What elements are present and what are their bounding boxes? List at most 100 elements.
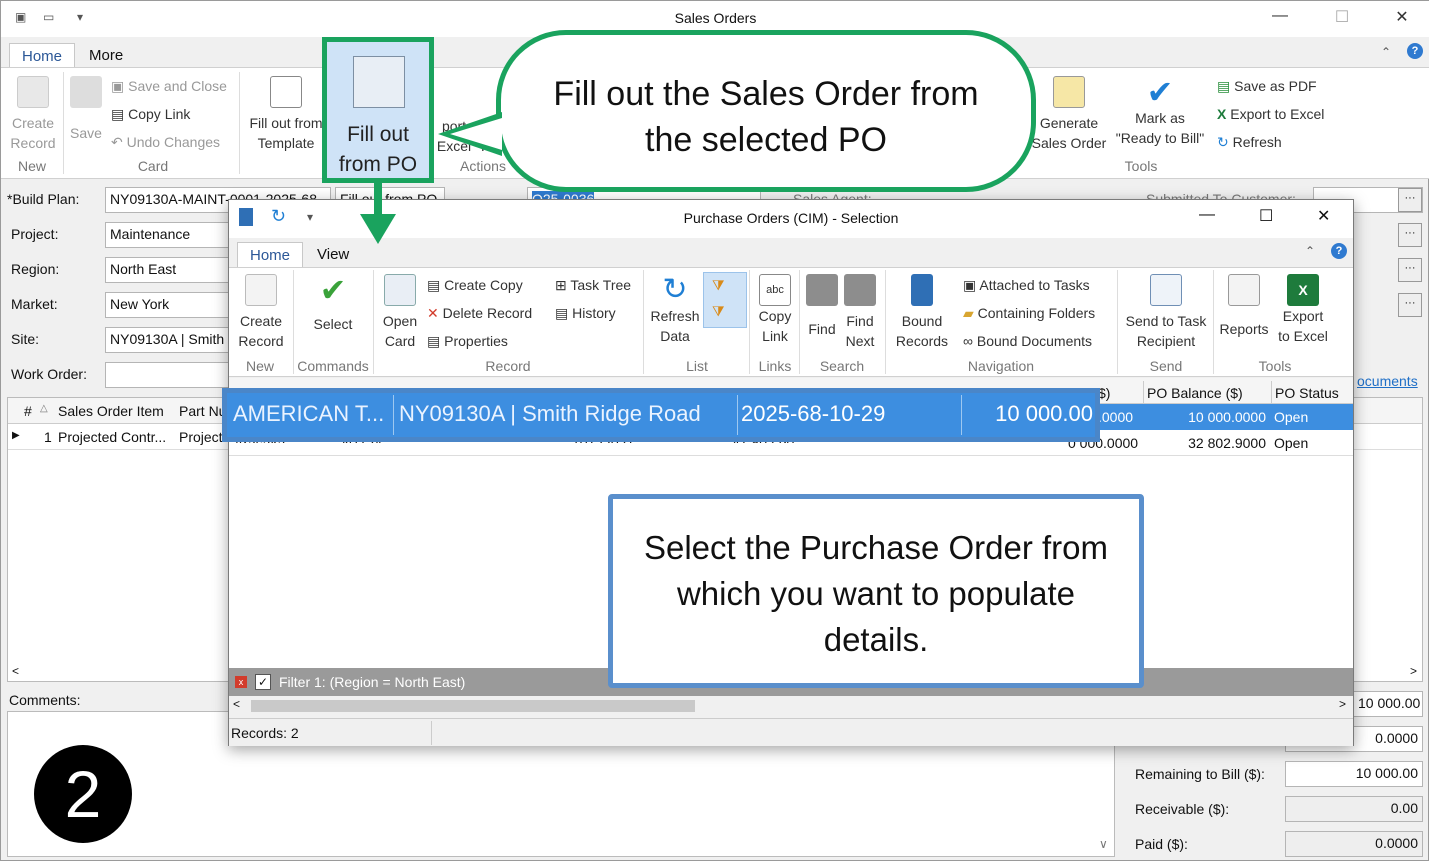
row-pointer-icon: ▶: [12, 430, 20, 441]
help-icon[interactable]: ?: [1407, 43, 1423, 59]
documents-link[interactable]: ocuments: [1357, 373, 1418, 389]
collapse-ribbon-icon[interactable]: ⌃: [1381, 45, 1391, 59]
undo-changes-button[interactable]: ↶ Undo Changes: [111, 128, 220, 156]
scroll-left-icon[interactable]: <: [12, 664, 19, 678]
create-record-button[interactable]: Create Record: [7, 76, 59, 153]
minimize-button[interactable]: —: [1257, 7, 1303, 31]
maximize-button[interactable]: ☐: [1319, 7, 1365, 31]
market-field[interactable]: New York: [105, 292, 235, 318]
refresh-data-button[interactable]: ↻ Refresh Data: [647, 274, 703, 346]
save-button[interactable]: Save: [67, 76, 105, 143]
properties-button[interactable]: ▤ Properties: [427, 327, 508, 355]
callout-pointer-inner: [450, 118, 502, 150]
selected-row-highlight[interactable]: AMERICAN T... NY09130A | Smith Ridge Roa…: [222, 388, 1100, 442]
receivable-field[interactable]: 0.00: [1285, 796, 1423, 822]
fill-out-from-po-button[interactable]: Fill out from PO: [322, 37, 434, 183]
task-tree-button[interactable]: ⊞ Task Tree: [555, 271, 631, 299]
create-record-button[interactable]: Create Record: [233, 274, 289, 351]
save-and-close-button[interactable]: ▣ Save and Close: [111, 72, 227, 100]
tab-more[interactable]: More: [77, 43, 135, 68]
create-record-icon: [245, 274, 277, 306]
region-field[interactable]: North East: [105, 257, 235, 283]
ellipsis-button[interactable]: ···: [1398, 293, 1422, 317]
find-next-button[interactable]: Find Next: [841, 274, 879, 351]
containing-folders-button[interactable]: ▰ Containing Folders: [963, 299, 1095, 327]
collapse-ribbon-icon[interactable]: ⌃: [1305, 244, 1315, 258]
region-label: Region:: [11, 261, 60, 277]
filter-icon[interactable]: ⧩: [712, 277, 725, 294]
folder-icon: ▰: [963, 305, 978, 321]
filter-checkbox[interactable]: ✓: [255, 674, 271, 690]
pdf-icon: ▤: [1217, 78, 1235, 94]
refresh-button[interactable]: ↻ Refresh: [1217, 128, 1282, 156]
site-label: Site:: [11, 331, 40, 347]
filter-settings-icon[interactable]: ⧩: [712, 303, 725, 320]
group-tools-label: Tools: [1124, 158, 1158, 174]
ellipsis-button[interactable]: ···: [1398, 188, 1422, 212]
divider: [749, 270, 750, 374]
history-button[interactable]: ▤ History: [555, 299, 616, 327]
link-icon: ▤: [111, 106, 129, 122]
group-links-label: Links: [758, 358, 792, 374]
generate-sales-order-button[interactable]: Generate Sales Order: [1027, 76, 1111, 153]
tasks-icon: ▣: [963, 277, 980, 293]
create-copy-button[interactable]: ▤ Create Copy: [427, 271, 523, 299]
attached-to-tasks-button[interactable]: ▣ Attached to Tasks: [963, 271, 1090, 299]
send-to-task-recipient-button[interactable]: Send to Task Recipient: [1121, 274, 1211, 351]
paid-field[interactable]: 0.0000: [1285, 831, 1423, 857]
copy-link-button[interactable]: ▤ Copy Link: [111, 100, 190, 128]
tab-home[interactable]: Home: [9, 43, 76, 68]
horizontal-scrollbar[interactable]: < >: [229, 696, 1353, 716]
site-field[interactable]: NY09130A | Smith: [105, 327, 235, 353]
col-sales-order-item[interactable]: Sales Order Item: [58, 403, 164, 419]
find-button[interactable]: Find: [803, 274, 841, 339]
refresh-icon: ↻: [662, 273, 688, 306]
help-icon[interactable]: ?: [1331, 243, 1347, 259]
divider: [373, 270, 374, 374]
project-field[interactable]: Maintenance: [105, 222, 235, 248]
minimize-button[interactable]: —: [1199, 206, 1215, 224]
delete-icon: ✕: [427, 305, 443, 321]
dialog-title-bar: ↻ ▾ Purchase Orders (CIM) - Selection — …: [229, 200, 1353, 238]
delete-record-button[interactable]: ✕ Delete Record: [427, 299, 532, 327]
callout-select-po-text: Select the Purchase Order from which you…: [643, 529, 1109, 658]
maximize-button[interactable]: ☐: [1259, 206, 1273, 226]
export-to-excel-button[interactable]: X Export to Excel: [1275, 274, 1331, 346]
bound-documents-button[interactable]: ∞ Bound Documents: [963, 327, 1092, 355]
ellipsis-button[interactable]: ···: [1398, 258, 1422, 282]
scroll-thumb[interactable]: [251, 700, 695, 712]
binoculars-next-icon: [844, 274, 876, 306]
copy-link-button[interactable]: abc Copy Link: [753, 274, 797, 346]
scroll-left-icon[interactable]: <: [233, 697, 240, 711]
close-button[interactable]: ✕: [1317, 206, 1330, 226]
scroll-right-icon[interactable]: >: [1339, 697, 1346, 711]
arrow-shaft: [374, 183, 382, 217]
divider: [1213, 270, 1214, 374]
fill-out-from-template-button[interactable]: Fill out from Template: [245, 76, 327, 153]
comments-label: Comments:: [9, 692, 81, 708]
dialog-tab-view[interactable]: View: [305, 242, 361, 267]
group-list-label: List: [686, 358, 708, 374]
open-card-button[interactable]: Open Card: [377, 274, 423, 351]
divider: [239, 72, 240, 174]
col-po-status[interactable]: PO Status: [1271, 381, 1342, 405]
remaining-field[interactable]: 10 000.00: [1285, 761, 1423, 787]
scroll-right-icon[interactable]: >: [1410, 664, 1417, 678]
filter-buttons[interactable]: ⧩ ⧩: [703, 272, 747, 328]
col-number[interactable]: #: [24, 403, 32, 419]
col-part-number[interactable]: Part Nu: [179, 403, 226, 419]
select-button[interactable]: ✔ Select: [301, 274, 365, 334]
ellipsis-button[interactable]: ···: [1398, 223, 1422, 247]
col-po-balance[interactable]: PO Balance ($): [1143, 381, 1246, 405]
mark-ready-to-bill-button[interactable]: ✔ Mark as "Ready to Bill": [1113, 76, 1207, 148]
scroll-down-icon[interactable]: ∨: [1099, 837, 1108, 851]
export-to-excel-button[interactable]: X Export to Excel: [1217, 100, 1324, 128]
close-button[interactable]: ✕: [1379, 7, 1425, 31]
bound-records-button[interactable]: Bound Records: [889, 274, 955, 351]
save-as-pdf-button[interactable]: ▤ Save as PDF: [1217, 72, 1317, 100]
dialog-tab-home[interactable]: Home: [237, 242, 304, 267]
total-value-field[interactable]: 10 000.00: [1353, 691, 1423, 717]
reports-button[interactable]: Reports: [1215, 274, 1273, 339]
work-order-field[interactable]: [105, 362, 235, 388]
clear-filter-icon[interactable]: x: [235, 676, 247, 688]
